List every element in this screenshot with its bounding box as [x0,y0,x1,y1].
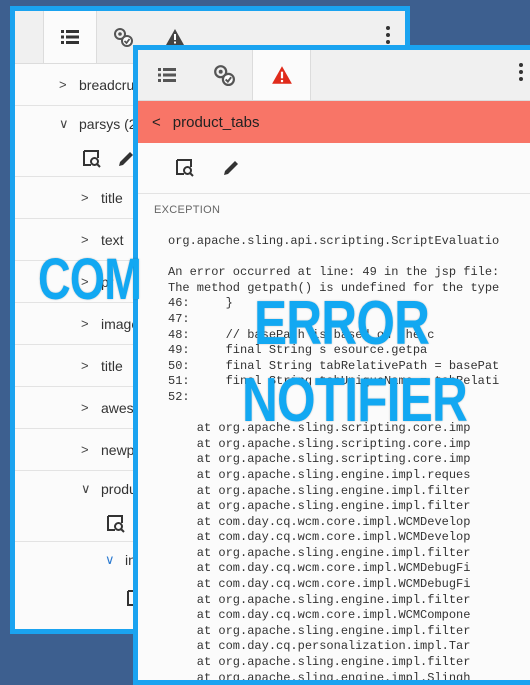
headline-text-notifier: NOTIFIER [242,366,468,435]
headline-text-partial: COM [38,247,142,312]
chevron-down-icon[interactable]: ∨ [59,116,71,132]
tree-item-label: title [101,357,123,374]
tree-item-label: parsys (2 [79,116,137,132]
chevron-right-icon[interactable]: > [81,358,93,373]
tree-item-label: title [101,189,123,206]
list-icon [61,30,79,44]
warning-icon [166,29,184,45]
stacktrace-line: An error occurred at line: 49 in the jsp… [168,265,500,280]
chevron-right-icon[interactable]: > [81,316,93,331]
stacktrace-line: at com.day.cq.personalization.impl.Tar [168,639,471,654]
stacktrace-line: at org.apache.sling.engine.impl.reques [168,467,471,482]
error-header-bar[interactable]: < product_tabs [138,101,530,143]
error-component-title: product_tabs [172,113,260,131]
tree-item-label: produ [101,481,137,497]
stacktrace-line: at org.apache.sling.engine.impl.filter [168,592,471,607]
inspect-icon[interactable] [176,159,194,177]
stacktrace-line: at org.apache.sling.engine.impl.Slingh [168,670,471,685]
stacktrace-line: org.apache.sling.api.scripting.ScriptEva… [168,234,500,248]
component-status-icon [114,28,133,47]
pencil-icon[interactable] [222,159,240,177]
list-icon [157,68,176,82]
stacktrace-line: at org.apache.sling.engine.impl.filter [168,483,471,498]
stacktrace-line: at com.day.cq.wcm.core.impl.WCMDebugFi [168,577,471,592]
stacktrace-line: at org.apache.sling.engine.impl.filter [168,499,471,514]
chevron-left-icon[interactable]: < [152,114,161,131]
stacktrace-line: at org.apache.sling.engine.impl.filter [168,655,471,670]
chevron-right-icon[interactable]: > [81,400,93,415]
stacktrace-line: at com.day.cq.wcm.core.impl.WCMDevelop [168,514,471,529]
tab-component-status[interactable] [195,50,252,100]
stacktrace-line [168,250,530,266]
headline-text-error: ERROR [254,289,430,358]
stacktrace-line: at org.apache.sling.engine.impl.filter [168,623,471,638]
chevron-right-icon[interactable]: > [59,77,71,92]
more-options-icon[interactable] [518,62,524,87]
stacktrace-line: at org.apache.sling.scripting.core.imp [168,436,471,451]
exception-section-label: EXCEPTION [154,204,221,216]
stacktrace-line: at com.day.cq.wcm.core.impl.WCMCompone [168,608,471,623]
stacktrace-line: at com.day.cq.wcm.core.impl.WCMDevelop [168,530,471,545]
inspect-icon[interactable] [107,515,125,533]
tab-component-tree[interactable] [138,50,195,100]
tab-errors[interactable] [252,50,311,100]
component-toolbar [138,143,530,194]
panel-tab-bar [138,50,530,101]
stacktrace-line: at org.apache.sling.scripting.core.imp [168,452,471,467]
component-status-icon [213,65,235,86]
warning-icon [271,66,292,84]
chevron-down-icon[interactable]: ∨ [81,481,93,497]
chevron-right-icon[interactable]: > [81,190,93,205]
chevron-right-icon[interactable]: > [81,442,93,457]
chevron-down-icon[interactable]: ∨ [105,552,117,568]
stacktrace-line: at org.apache.sling.engine.impl.filter [168,545,471,560]
inspect-icon[interactable] [83,150,101,168]
chevron-right-icon[interactable]: > [81,232,93,247]
tab-component-tree[interactable] [43,11,97,63]
stacktrace-line: at com.day.cq.wcm.core.impl.WCMDebugFi [168,561,471,576]
